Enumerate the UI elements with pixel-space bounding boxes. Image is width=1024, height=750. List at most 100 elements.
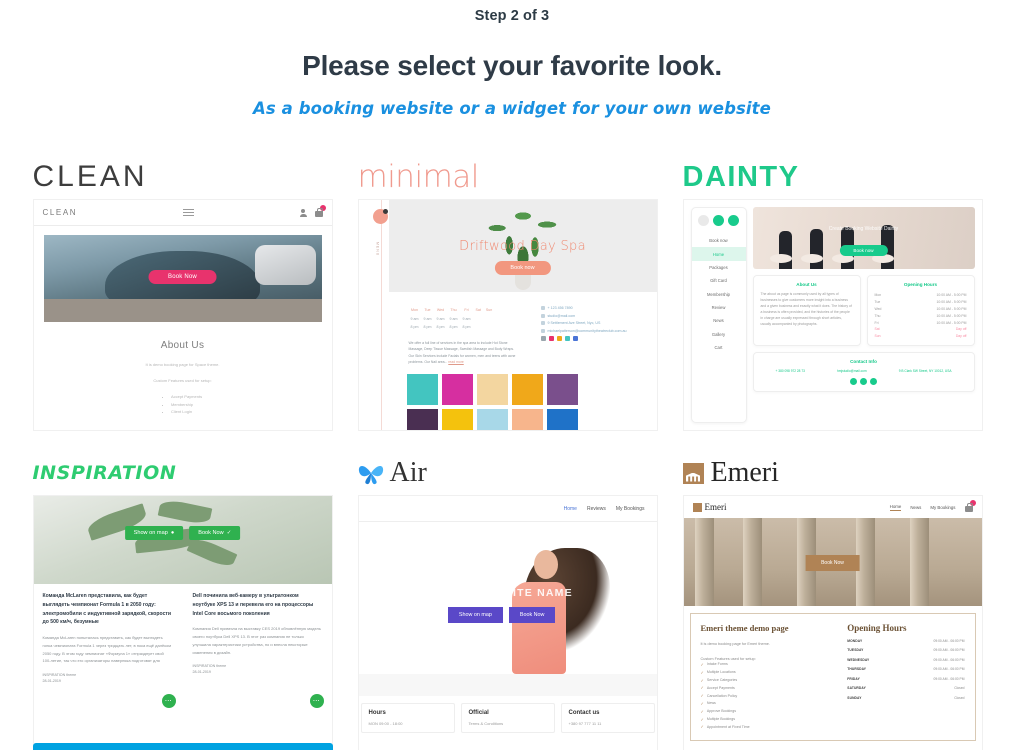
list-item: Membership [171, 401, 202, 409]
check-icon: ✓ [700, 708, 704, 714]
gallery-tile[interactable] [476, 409, 508, 430]
footer-column-text: +380 97 777 11 11 [568, 721, 602, 726]
check-icon: ✓ [700, 716, 704, 722]
sidebar-item-packages[interactable]: Packages [692, 261, 746, 274]
avatar-icon[interactable] [698, 215, 709, 226]
hours-close [486, 325, 495, 331]
theme-card-dainty[interactable]: DAINTY Book now Home Packages Gift Card … [675, 155, 1000, 431]
choose-theme-button[interactable]: Choose theme [32, 743, 333, 750]
linkedin-icon[interactable] [572, 336, 578, 341]
check-icon: ✓ [700, 685, 704, 691]
theme-preview-air[interactable]: Home Reviews My Bookings BOOKING SITE NA… [357, 495, 658, 750]
nav-item-home[interactable]: Home [564, 506, 577, 512]
air-book-now-button[interactable]: Book Now [508, 607, 556, 624]
theme-card-minimal[interactable]: minimal MENU Driftwood Day Spa Book now [350, 155, 675, 431]
search-icon[interactable] [728, 215, 739, 226]
sidebar-item-review[interactable]: Review [692, 301, 746, 314]
cart-icon[interactable] [964, 499, 976, 512]
gallery-tile[interactable] [406, 374, 438, 406]
instagram-icon[interactable] [556, 336, 562, 341]
emeri-demo-block: Emeri theme demo page It is demo booking… [701, 623, 836, 731]
list-item: Client Login [171, 408, 202, 416]
theme-preview-inspiration[interactable]: Show on map ● Book Now ✓ Команда McLaren п… [32, 495, 333, 750]
more-dots-icon[interactable]: ⋯ [309, 694, 324, 708]
menu-icon[interactable] [713, 215, 724, 226]
theme-logo-minimal: minimal [357, 159, 480, 195]
dainty-book-now-button[interactable]: Book now [839, 245, 888, 257]
person-icon[interactable] [299, 208, 307, 217]
gallery-tile[interactable] [511, 374, 543, 406]
theme-preview-clean[interactable]: CLEAN Book Now About Us It is demo booki… [32, 199, 333, 431]
footer-column-text: Terms & Conditions [468, 721, 504, 726]
minimal-logo-badge [372, 209, 388, 224]
pin-icon: ● [170, 529, 175, 536]
sidebar-item-cart[interactable]: Cart [692, 341, 746, 354]
clean-brand: CLEAN [42, 208, 78, 217]
sidebar-item-news[interactable]: News [692, 314, 746, 327]
cart-icon[interactable] [314, 205, 326, 217]
gallery-tile[interactable] [441, 374, 473, 406]
minimal-side-label: MENU [375, 242, 380, 257]
share-icon[interactable] [540, 336, 546, 341]
theme-preview-emeri[interactable]: Emeri Home News My Bookings Book Now Eme… [682, 495, 983, 750]
hamburger-icon[interactable] [182, 207, 194, 218]
clean-book-now-button[interactable]: Book Now [148, 269, 217, 284]
hours-close: 8 pm [410, 325, 419, 329]
list-item: ✓ Appointment at Fixed Time [700, 724, 750, 730]
nav-item-reviews[interactable]: Reviews [587, 506, 606, 512]
more-dots-icon[interactable]: ⋯ [161, 694, 176, 708]
facebook-icon[interactable] [850, 378, 857, 386]
sidebar-item-book-now[interactable]: Book now [692, 234, 746, 247]
footer-column-title: Contact us [568, 710, 600, 716]
globe-icon [540, 328, 545, 333]
hours-day-header: Sun [485, 308, 493, 312]
list-item[interactable]: Dell починила веб-камеру в ультратонком … [183, 584, 332, 702]
gallery-tile[interactable] [406, 409, 438, 430]
theme-card-air[interactable]: Air Home Reviews My Bookings BOOKING SIT… [350, 451, 675, 750]
theme-card-emeri[interactable]: Emeri Emeri Home News My Bookings Book N… [675, 451, 1000, 750]
sidebar-item-gallery[interactable]: Gallery [692, 328, 746, 341]
instagram-icon[interactable] [870, 378, 877, 386]
inspiration-show-on-map-button[interactable]: Show on map ● [124, 525, 184, 540]
theme-card-inspiration[interactable]: INSPIRATION Show on map ● Book Now ✓ Ком… [25, 451, 350, 750]
theme-logo-dainty: DAINTY [682, 160, 800, 193]
check-icon: ✓ [226, 529, 232, 536]
nav-item-news[interactable]: News [910, 505, 921, 510]
gallery-tile[interactable] [546, 374, 578, 406]
theme-preview-minimal[interactable]: MENU Driftwood Day Spa Book now Mon Tue … [357, 199, 658, 431]
dainty-sidebar: Book now Home Packages Gift Card Members… [690, 207, 747, 423]
emeri-book-now-button[interactable]: Book Now [805, 554, 860, 571]
inspiration-hero-image: Show on map ● Book Now ✓ [33, 496, 332, 584]
nav-item-home[interactable]: Home [889, 504, 902, 511]
minimal-book-now-button[interactable]: Book now [494, 260, 551, 275]
nav-item-my-bookings[interactable]: My Bookings [616, 506, 645, 512]
gallery-tile[interactable] [546, 409, 578, 430]
sidebar-item-home[interactable]: Home [691, 247, 746, 261]
sidebar-item-membership[interactable]: Membership [692, 288, 746, 301]
inspiration-book-now-button[interactable]: Book Now ✓ [189, 525, 241, 540]
dainty-about-card: About Us The about us page is commonly u… [752, 275, 861, 347]
theme-preview-dainty[interactable]: Book now Home Packages Gift Card Members… [682, 199, 983, 431]
theme-card-clean[interactable]: CLEAN CLEAN Book Now About Us It is demo… [25, 155, 350, 431]
list-item: ✓ News [700, 700, 716, 706]
list-item: ✓ Cancellation Policy [700, 693, 738, 699]
twitter-icon[interactable] [860, 378, 867, 386]
gallery-tile[interactable] [476, 374, 508, 406]
article-title: Dell починила веб-камеру в ультратонком … [192, 593, 314, 617]
clean-feature-list: Accept Payments Membership Client Login [163, 393, 202, 416]
check-icon: ✓ [700, 700, 704, 706]
facebook-icon[interactable] [548, 336, 554, 341]
air-show-on-map-button[interactable]: Show on map [447, 607, 503, 624]
read-more-link[interactable]: read more [448, 360, 463, 364]
twitter-icon[interactable] [564, 336, 570, 341]
nav-item-my-bookings[interactable]: My Bookings [930, 505, 955, 510]
sidebar-item-gift-card[interactable]: Gift Card [692, 274, 746, 287]
dainty-social-row [760, 378, 968, 386]
butterfly-icon [358, 466, 383, 485]
gallery-tile[interactable] [441, 409, 473, 430]
gallery-tile[interactable] [511, 409, 543, 430]
clean-navbar: CLEAN [33, 200, 332, 226]
list-item[interactable]: Команда McLaren представила, как будет в… [33, 584, 182, 702]
page-subtitle: As a booking website or a widget for you… [253, 99, 771, 118]
hours-row: Fri 10:00 AM - 5:00 PM [874, 320, 967, 325]
